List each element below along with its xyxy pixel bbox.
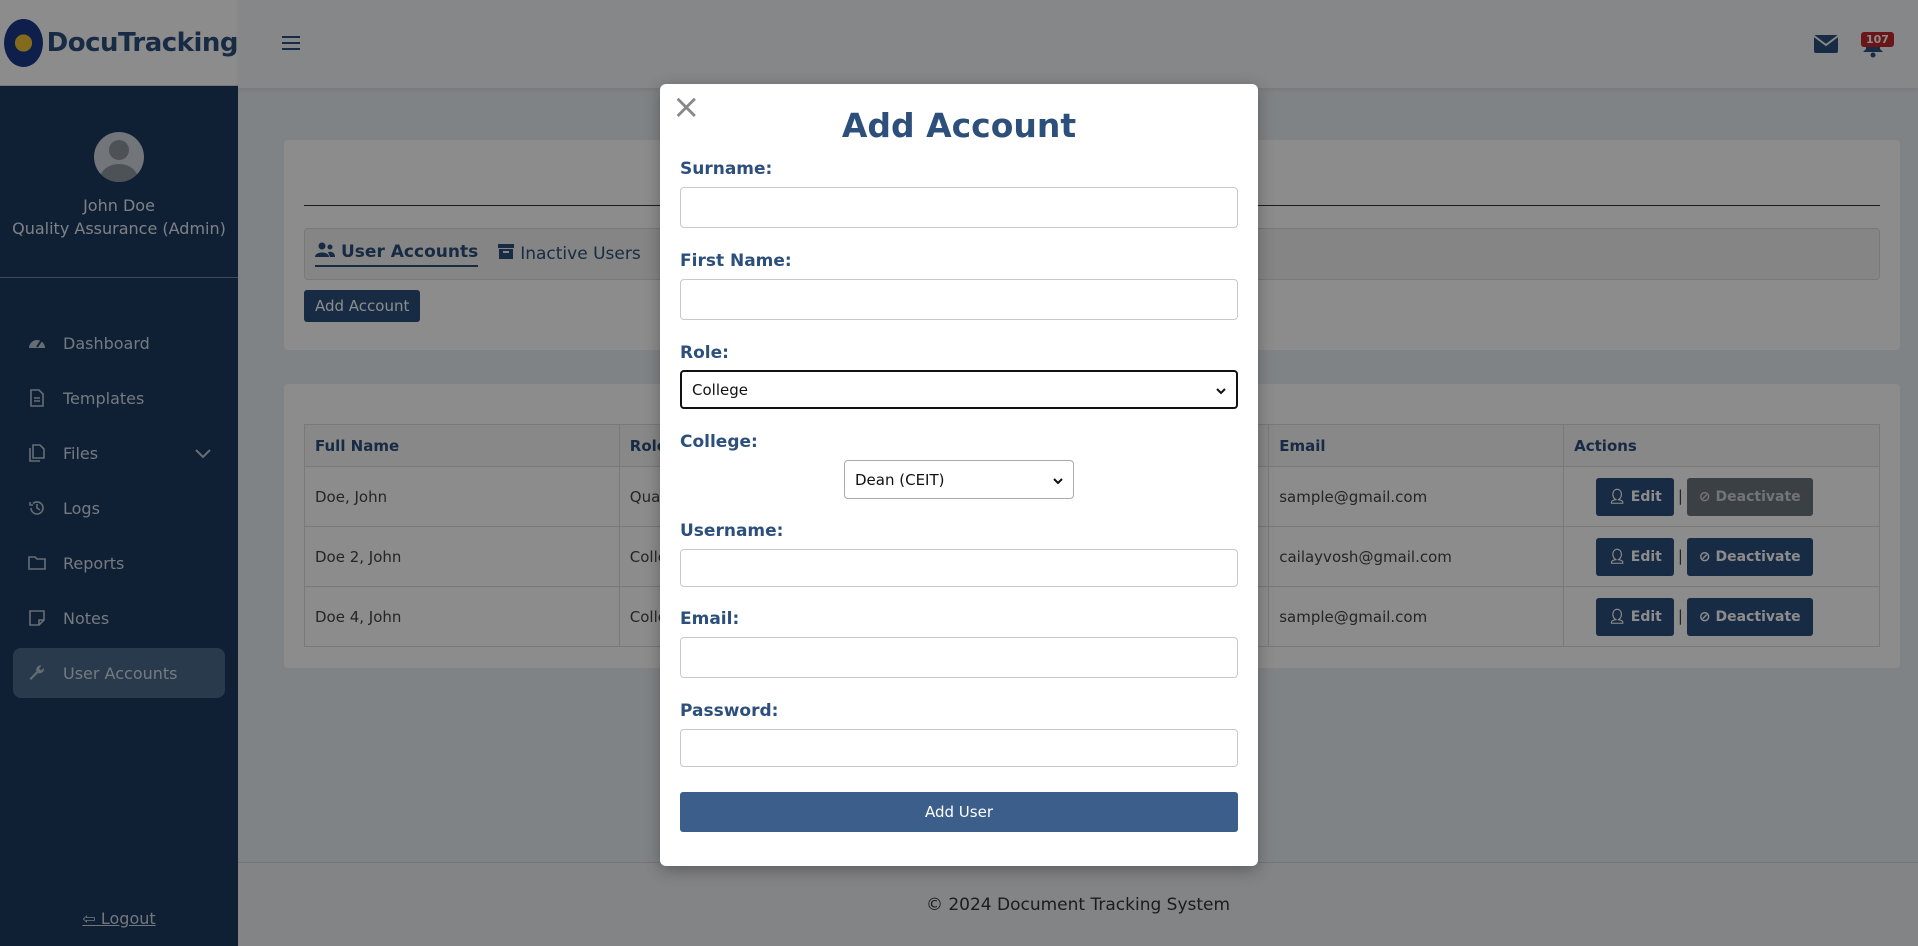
username-field[interactable]	[680, 549, 1238, 587]
chevron-down-icon	[1053, 471, 1063, 489]
email-label: Email:	[680, 609, 740, 629]
college-select[interactable]: Dean (CEIT)	[844, 460, 1074, 499]
password-label: Password:	[680, 701, 779, 721]
first-name-field[interactable]	[680, 279, 1238, 320]
password-field[interactable]	[680, 729, 1238, 767]
first-name-label: First Name:	[680, 251, 792, 271]
surname-label: Surname:	[680, 159, 773, 179]
college-label: College:	[680, 432, 758, 452]
role-select-value: College	[692, 380, 748, 399]
add-account-modal: × Add Account Surname: First Name: Role:…	[660, 84, 1258, 866]
modal-title: Add Account	[841, 106, 1077, 145]
surname-field[interactable]	[680, 187, 1238, 228]
chevron-down-icon	[1216, 381, 1226, 399]
role-label: Role:	[680, 343, 729, 363]
username-label: Username:	[680, 521, 784, 541]
role-select[interactable]: College	[680, 370, 1238, 409]
add-user-button[interactable]: Add User	[680, 792, 1238, 832]
college-select-value: Dean (CEIT)	[855, 470, 945, 489]
email-field[interactable]	[680, 637, 1238, 678]
